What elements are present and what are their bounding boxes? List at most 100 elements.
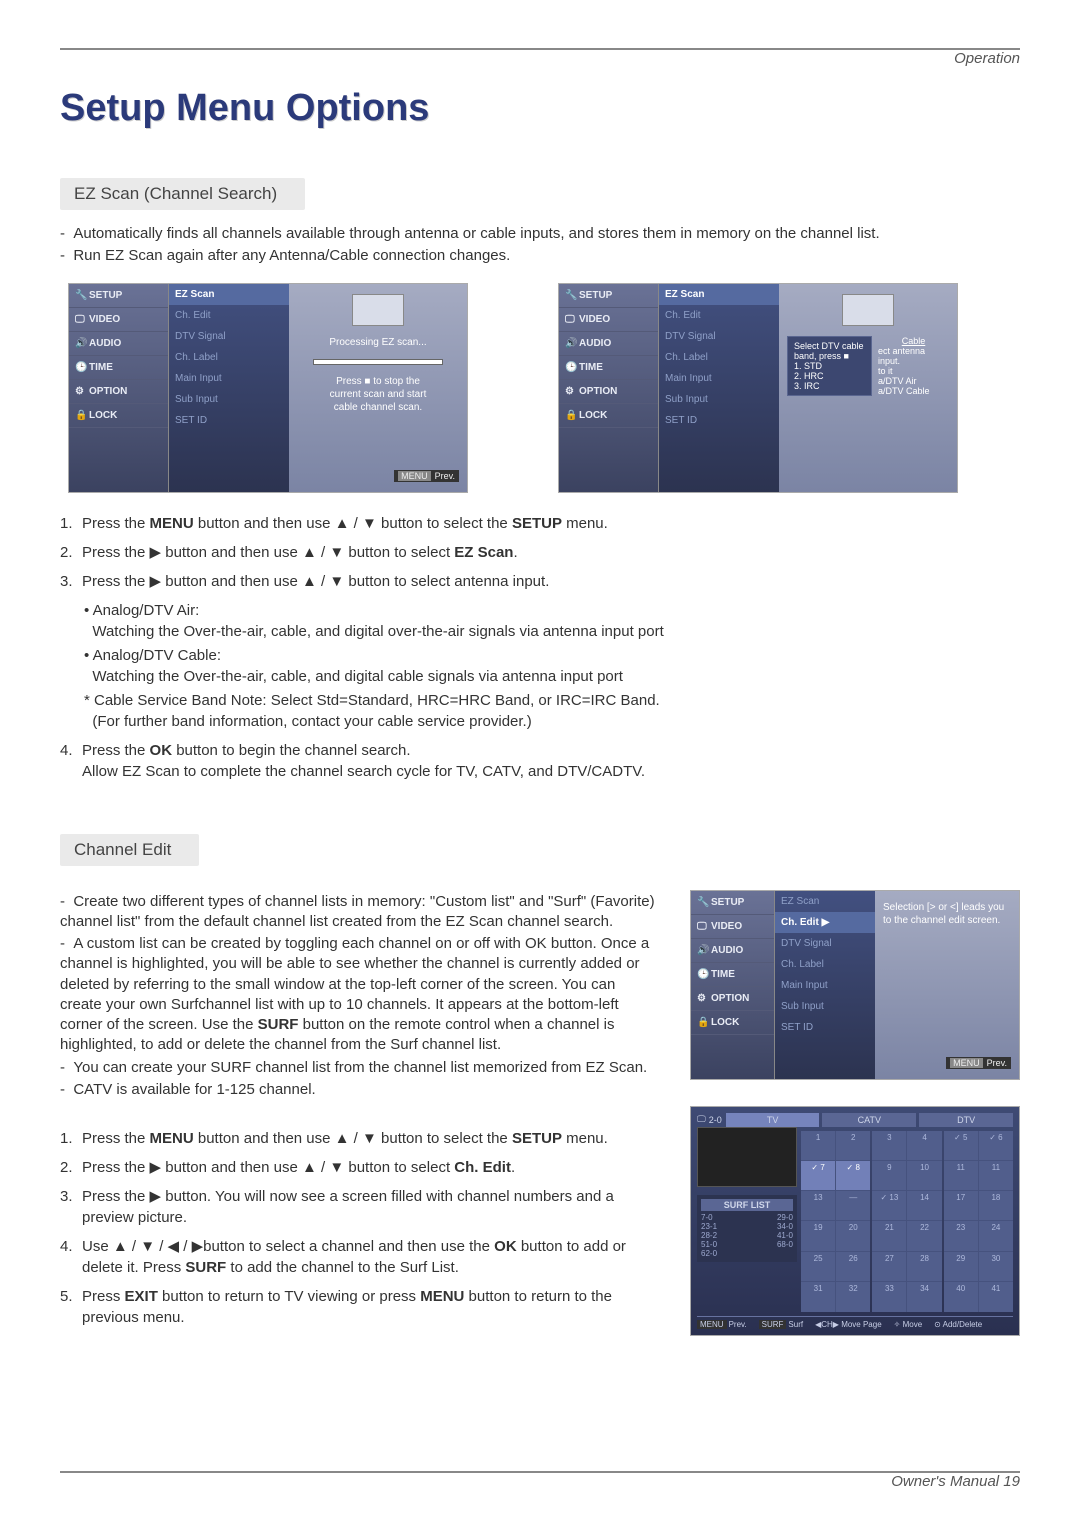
center-dtvsignal: DTV Signal	[659, 326, 779, 347]
t: 34-0	[777, 1222, 793, 1231]
setup-screen-chedit: 🔧SETUP 🖵VIDEO 🔊AUDIO 🕒TIME ⚙OPTION 🔒LOCK…	[690, 890, 1020, 1080]
sidebar-setup: 🔧SETUP	[691, 891, 774, 915]
tab-dtv: DTV	[919, 1113, 1013, 1127]
tab-tv: TV	[726, 1113, 820, 1127]
t: MENU	[150, 1130, 194, 1147]
cable-row: 1. STD	[794, 361, 865, 371]
t: You can create your SURF channel list fr…	[73, 1059, 647, 1076]
grid-body: SURF LIST 7-029-0 23-134-0 28-241-0 51-0…	[697, 1127, 1013, 1312]
gear-icon: ⚙	[565, 386, 575, 396]
surf-row: 23-134-0	[701, 1222, 793, 1231]
clock-icon: 🕒	[75, 362, 85, 372]
menu-badge: MENU	[398, 471, 431, 481]
sidebar-time: 🕒TIME	[559, 356, 658, 380]
surf-row: 51-068-0	[701, 1240, 793, 1249]
t: • Analog/DTV Air:	[84, 602, 199, 619]
setup-right-processing: Processing EZ scan... Press ■ to stop th…	[289, 284, 467, 492]
t: 41-0	[777, 1231, 793, 1240]
step-2: Press the ▶ button and then use ▲ / ▼ bu…	[60, 542, 1020, 563]
t: (For further band information, contact y…	[92, 713, 531, 730]
t: 62-0	[701, 1249, 717, 1258]
sidebar-label: VIDEO	[579, 314, 610, 325]
cable-row: 2. HRC	[794, 371, 865, 381]
antenna-icon	[352, 294, 404, 326]
sidebar-option: ⚙OPTION	[559, 380, 658, 404]
preview-box	[697, 1127, 797, 1187]
center-chedit: Ch. Edit ▶	[775, 912, 875, 933]
wrench-icon: 🔧	[565, 290, 575, 300]
foot-move: ✧ Move	[894, 1320, 923, 1329]
foot-adddel: ⊙ Add/Delete	[934, 1320, 982, 1329]
chedit-p3: - You can create your SURF channel list …	[60, 1058, 660, 1078]
t: 29-0	[777, 1213, 793, 1222]
sidebar-audio: 🔊AUDIO	[69, 332, 168, 356]
sb-band: * Cable Service Band Note: Select Std=St…	[84, 690, 1020, 732]
t: * Cable Service Band Note: Select Std=St…	[84, 692, 660, 709]
t: .	[513, 544, 517, 561]
cable-side-text: ect antenna input.	[878, 346, 949, 366]
menu-badge: MENU	[950, 1058, 983, 1068]
t: Move Page	[841, 1320, 881, 1329]
prev-text: Prev.	[435, 471, 455, 481]
cstep-1: Press the MENU button and then use ▲ / ▼…	[60, 1128, 660, 1149]
page-footer: Owner's Manual 19	[60, 1471, 1020, 1490]
sidebar-time: 🕒TIME	[69, 356, 168, 380]
monitor-icon: 🖵	[697, 921, 707, 931]
sidebar-label: OPTION	[89, 386, 127, 397]
gear-icon: ⚙	[75, 386, 85, 396]
t: SETUP	[512, 515, 562, 532]
sidebar-setup: 🔧SETUP	[69, 284, 168, 308]
page-title: Setup Menu Options	[60, 87, 1020, 130]
cable-label: Cable	[878, 336, 949, 346]
chedit-tip: Selection [> or <] leads you to the chan…	[883, 901, 1004, 927]
chevron-right-icon: ▶	[822, 917, 830, 928]
section-ezscan-header: EZ Scan (Channel Search)	[60, 178, 305, 210]
setup-center: EZ Scan Ch. Edit DTV Signal Ch. Label Ma…	[659, 284, 779, 492]
prev-label: MENU Prev.	[946, 1057, 1011, 1069]
t: menu.	[562, 1130, 608, 1147]
sidebar-label: AUDIO	[579, 338, 611, 349]
center-subinput: Sub Input	[659, 389, 779, 410]
chedit-wrap: - Create two different types of channel …	[60, 890, 1020, 1337]
speaker-icon: 🔊	[75, 338, 85, 348]
t: CATV is available for 1-125 channel.	[73, 1081, 315, 1098]
cable-side-text: to it	[878, 366, 949, 376]
t: button to return to TV viewing or press	[158, 1288, 420, 1305]
center-subinput: Sub Input	[775, 996, 875, 1017]
setup-sidebar: 🔧SETUP 🖵VIDEO 🔊AUDIO 🕒TIME ⚙OPTION 🔒LOCK	[559, 284, 659, 492]
center-chedit: Ch. Edit	[169, 305, 289, 326]
center-maininput: Main Input	[169, 368, 289, 389]
step-3: Press the ▶ button and then use ▲ / ▼ bu…	[60, 571, 1020, 592]
center-maininput: Main Input	[775, 975, 875, 996]
t: Press ■ to stop the	[336, 376, 420, 387]
prev-text: Prev.	[987, 1058, 1007, 1068]
foot-movepage: ◀CH▶ Move Page	[815, 1320, 882, 1329]
setup-center: EZ Scan Ch. Edit ▶ DTV Signal Ch. Label …	[775, 891, 875, 1079]
sidebar-label: LOCK	[89, 410, 117, 421]
t: Prev.	[729, 1320, 747, 1329]
grid-col: 12✓ 7✓ 813—192025263132	[801, 1131, 870, 1312]
grid-top: 🖵2-0 TV CATV DTV	[697, 1113, 1013, 1127]
setup-right-chedit: Selection [> or <] leads you to the chan…	[875, 891, 1019, 1079]
surf-list: SURF LIST 7-029-0 23-134-0 28-241-0 51-0…	[697, 1195, 797, 1262]
sidebar-label: SETUP	[89, 290, 122, 301]
monitor-icon: 🖵	[75, 314, 85, 324]
setup-screen-processing: 🔧SETUP 🖵VIDEO 🔊AUDIO 🕒TIME ⚙ OPTION 🔒LOCK…	[68, 283, 468, 493]
setup-right-cable: Select DTV cable band, press ■ 1. STD 2.…	[779, 284, 957, 492]
t: 68-0	[777, 1240, 793, 1249]
prev-label: MENU Prev.	[394, 470, 459, 482]
monitor-icon: 🖵	[565, 314, 575, 324]
cable-opt: a/DTV Cable	[878, 386, 949, 396]
center-ezscan: EZ Scan	[775, 891, 875, 912]
center-chlabel: Ch. Label	[659, 347, 779, 368]
lock-icon: 🔒	[697, 1017, 707, 1027]
sidebar-lock: 🔒LOCK	[69, 404, 168, 428]
sidebar-video: 🖵VIDEO	[69, 308, 168, 332]
ezscan-intro2: - Run EZ Scan again after any Antenna/Ca…	[60, 246, 1020, 266]
ezscan-steps: Press the MENU button and then use ▲ / ▼…	[60, 513, 1020, 782]
cstep-5: Press EXIT button to return to TV viewin…	[60, 1286, 660, 1328]
t: 7-0	[701, 1213, 713, 1222]
antenna-icon	[842, 294, 894, 326]
t: button to begin the channel search.	[172, 742, 411, 759]
t: • Analog/DTV Cable:	[84, 647, 221, 664]
